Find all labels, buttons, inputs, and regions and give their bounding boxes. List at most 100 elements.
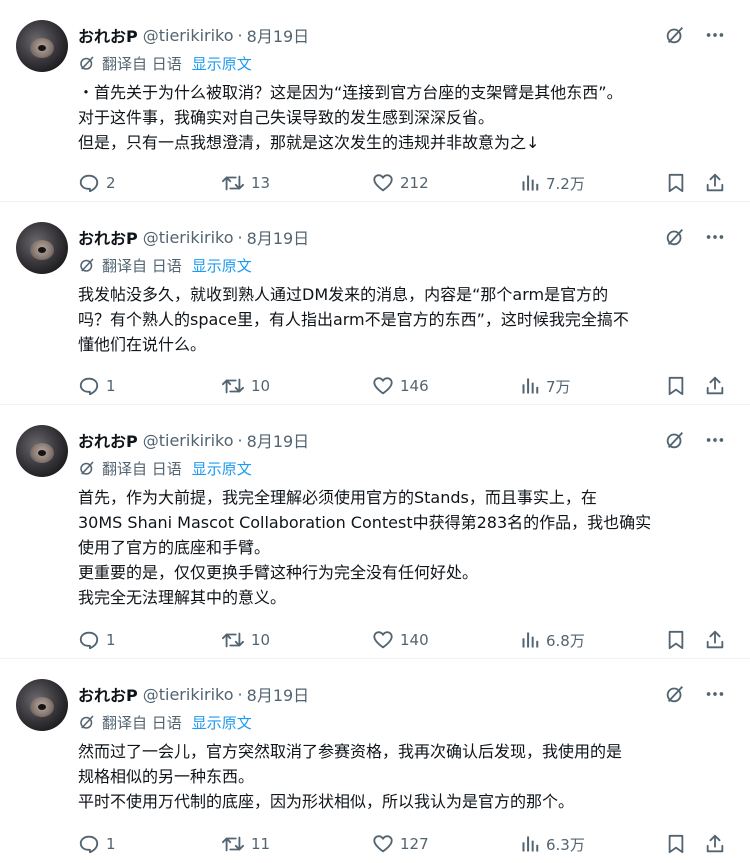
- grok-icon[interactable]: [662, 224, 688, 250]
- reply-count: 2: [106, 174, 116, 192]
- views-button[interactable]: 6.3万: [520, 829, 585, 859]
- tweet-text-line: 使用了官方的底座和手臂。: [78, 538, 271, 557]
- translated-from-label: 翻译自 日语: [102, 54, 182, 73]
- repost-button[interactable]: 10: [221, 625, 270, 655]
- views-icon: [520, 173, 540, 193]
- tweet-text: 首先，作为大前提，我完全理解必须使用官方的Stands，而且事实上，在 30MS…: [78, 485, 728, 610]
- like-button[interactable]: 212: [372, 168, 429, 198]
- tweet[interactable]: おれおP @tierikiriko · 8月19日 翻译自 日语 显示原文 ・首…: [0, 0, 750, 202]
- more-icon[interactable]: [702, 427, 728, 453]
- tweet-header: おれおP @tierikiriko · 8月19日: [78, 22, 309, 48]
- grok-icon[interactable]: [662, 427, 688, 453]
- tweet-text-line: 然而过了一会儿，官方突然取消了参赛资格，我再次确认后发现，我使用的是: [78, 742, 623, 761]
- author-name[interactable]: おれおP: [78, 428, 138, 452]
- share-button[interactable]: [704, 371, 726, 401]
- reply-button[interactable]: 1: [78, 829, 116, 859]
- tweet-text-line: ・首先关于为什么被取消？这是因为“连接到官方台座的支架臂是其他东西”。: [78, 83, 623, 102]
- tweet-date[interactable]: 8月19日: [247, 225, 310, 249]
- reply-icon: [78, 172, 100, 194]
- avatar[interactable]: [16, 679, 68, 731]
- repost-icon: [221, 833, 245, 855]
- more-icon[interactable]: [702, 22, 728, 48]
- translate-icon: [78, 54, 96, 72]
- author-handle[interactable]: @tierikiriko: [143, 685, 234, 704]
- repost-icon: [221, 375, 245, 397]
- reply-icon: [78, 375, 100, 397]
- bookmark-button[interactable]: [666, 829, 686, 859]
- repost-count: 11: [251, 835, 271, 853]
- share-icon: [704, 833, 726, 855]
- views-count: 6.8万: [546, 631, 585, 650]
- tweet[interactable]: おれおP @tierikiriko · 8月19日 翻译自 日语 显示原文 我发…: [0, 202, 750, 405]
- repost-count: 13: [251, 174, 271, 192]
- avatar[interactable]: [16, 425, 68, 477]
- translation-info: 翻译自 日语 显示原文: [78, 457, 252, 479]
- show-original-link[interactable]: 显示原文: [192, 712, 252, 733]
- separator-dot: ·: [237, 25, 243, 45]
- reply-button[interactable]: 1: [78, 371, 116, 401]
- repost-button[interactable]: 10: [221, 371, 270, 401]
- like-button[interactable]: 140: [372, 625, 429, 655]
- views-button[interactable]: 7万: [520, 371, 571, 401]
- avatar[interactable]: [16, 20, 68, 72]
- author-handle[interactable]: @tierikiriko: [143, 228, 234, 247]
- share-button[interactable]: [704, 625, 726, 655]
- tweet-text: 然而过了一会儿，官方突然取消了参赛资格，我再次确认后发现，我使用的是 规格相似的…: [78, 739, 728, 814]
- bookmark-button[interactable]: [666, 371, 686, 401]
- tweet[interactable]: おれおP @tierikiriko · 8月19日 翻译自 日语 显示原文 然而…: [0, 659, 750, 863]
- author-name[interactable]: おれおP: [78, 225, 138, 249]
- repost-button[interactable]: 11: [221, 829, 270, 859]
- translate-icon: [78, 256, 96, 274]
- avatar[interactable]: [16, 222, 68, 274]
- separator-dot: ·: [237, 227, 243, 247]
- like-count: 140: [400, 631, 429, 649]
- tweet-text-line: 更重要的是，仅仅更换手臂这种行为完全没有任何好处。: [78, 563, 479, 582]
- views-icon: [520, 376, 540, 396]
- translation-info: 翻译自 日语 显示原文: [78, 254, 252, 276]
- more-icon[interactable]: [702, 681, 728, 707]
- reply-button[interactable]: 2: [78, 168, 116, 198]
- author-name[interactable]: おれおP: [78, 682, 138, 706]
- reply-count: 1: [106, 631, 116, 649]
- separator-dot: ·: [237, 430, 243, 450]
- show-original-link[interactable]: 显示原文: [192, 53, 252, 74]
- share-icon: [704, 172, 726, 194]
- views-button[interactable]: 7.2万: [520, 168, 585, 198]
- translate-icon: [78, 713, 96, 731]
- repost-icon: [221, 172, 245, 194]
- views-icon: [520, 630, 540, 650]
- reply-button[interactable]: 1: [78, 625, 116, 655]
- repost-button[interactable]: 13: [221, 168, 270, 198]
- tweet-text-line: 30MS Shani Mascot Collaboration Contest中…: [78, 513, 652, 532]
- bookmark-button[interactable]: [666, 168, 686, 198]
- share-icon: [704, 375, 726, 397]
- tweet-text-line: 首先，作为大前提，我完全理解必须使用官方的Stands，而且事实上，在: [78, 488, 597, 507]
- share-button[interactable]: [704, 829, 726, 859]
- translated-from-label: 翻译自 日语: [102, 713, 182, 732]
- bookmark-button[interactable]: [666, 625, 686, 655]
- tweet-top-actions: [662, 224, 728, 250]
- more-icon[interactable]: [702, 224, 728, 250]
- share-button[interactable]: [704, 168, 726, 198]
- views-count: 7.2万: [546, 174, 585, 193]
- like-icon: [372, 375, 394, 397]
- tweet[interactable]: おれおP @tierikiriko · 8月19日 翻译自 日语 显示原文 首先…: [0, 405, 750, 659]
- action-bar: 1 10 140 6.8万: [78, 625, 728, 655]
- grok-icon[interactable]: [662, 681, 688, 707]
- show-original-link[interactable]: 显示原文: [192, 458, 252, 479]
- tweet-date[interactable]: 8月19日: [247, 428, 310, 452]
- author-handle[interactable]: @tierikiriko: [143, 431, 234, 450]
- tweet-date[interactable]: 8月19日: [247, 23, 310, 47]
- repost-count: 10: [251, 377, 271, 395]
- show-original-link[interactable]: 显示原文: [192, 255, 252, 276]
- tweet-text-line: 但是，只有一点我想澄清，那就是这次发生的违规并非故意为之↓: [78, 133, 540, 152]
- views-button[interactable]: 6.8万: [520, 625, 585, 655]
- tweet-date[interactable]: 8月19日: [247, 682, 310, 706]
- like-button[interactable]: 127: [372, 829, 429, 859]
- author-handle[interactable]: @tierikiriko: [143, 26, 234, 45]
- bookmark-icon: [666, 172, 686, 194]
- like-button[interactable]: 146: [372, 371, 429, 401]
- author-name[interactable]: おれおP: [78, 23, 138, 47]
- grok-icon[interactable]: [662, 22, 688, 48]
- tweet-text-line: 平时不使用万代制的底座，因为形状相似，所以我认为是官方的那个。: [78, 792, 575, 811]
